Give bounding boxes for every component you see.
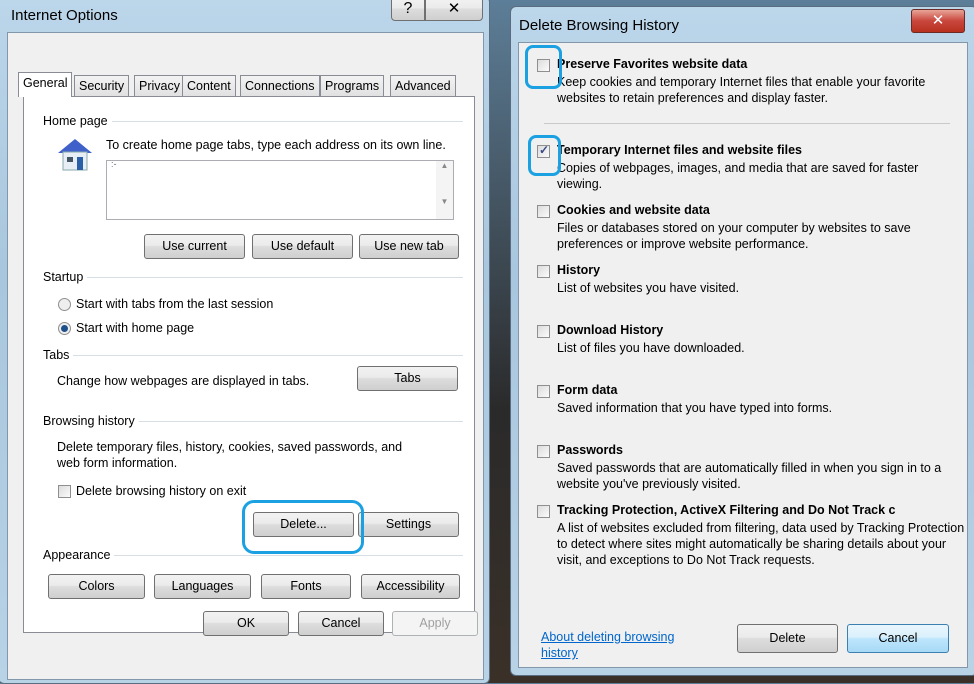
item-checkbox[interactable] [537,325,550,338]
delete-on-exit-label: Delete browsing history on exit [76,484,247,498]
startup-home-page-label: Start with home page [76,321,195,335]
tab-advanced[interactable]: Advanced [390,75,456,96]
item-description: A list of websites excluded from filteri… [557,521,965,567]
tab-privacy[interactable]: Privacy [134,75,185,96]
dialog-body: General Security Privacy Content Connections… [7,32,484,680]
close-icon: ✕ [447,0,461,17]
tabs-group: Tabs [43,348,463,362]
tabs-settings-button[interactable]: Tabs [357,366,458,391]
apply-button[interactable]: Apply [392,611,478,636]
dialog-body: Preserve Favorites website data Keep cook… [518,42,968,668]
close-icon: ✕ [931,12,945,29]
accessibility-button[interactable]: Accessibility [361,574,460,599]
startup-last-session-radio[interactable] [58,298,71,311]
item-description: Files or databases stored on your comput… [557,221,911,251]
startup-home-page-radio[interactable] [58,322,71,335]
item-label: History [557,263,601,277]
use-default-button[interactable]: Use default [252,234,353,259]
item-label: Tracking Protection, ActiveX Filtering a… [557,503,896,517]
use-new-tab-button[interactable]: Use new tab [359,234,459,259]
tab-connections[interactable]: Connections [240,75,320,96]
cancel-button[interactable]: Cancel [847,624,949,653]
close-button[interactable]: ✕ [425,0,483,21]
history-settings-button[interactable]: Settings [358,512,459,537]
item-description: Saved information that you have typed in… [557,401,833,415]
item-description: List of websites you have visited. [557,281,740,295]
about-deleting-link[interactable]: About deleting browsing history [541,629,691,661]
general-tab-panel: Home page To create home page tabs, type… [23,96,475,633]
item-description: Saved passwords that are automatically f… [557,461,942,491]
browsing-history-description: Delete temporary files, history, cookies… [57,440,403,470]
cancel-button[interactable]: Cancel [298,611,384,636]
startup-last-session-label: Start with tabs from the last session [76,297,274,311]
window-title: Delete Browsing History [519,17,680,34]
languages-button[interactable]: Languages [154,574,251,599]
item-checkbox[interactable] [537,385,550,398]
use-current-button[interactable]: Use current [144,234,245,259]
colors-button[interactable]: Colors [48,574,145,599]
textarea-scrollbar[interactable]: ▲ ▼ [436,161,453,219]
item-label: Download History [557,323,664,337]
tab-programs[interactable]: Programs [320,75,385,96]
tab-content[interactable]: Content [182,75,236,96]
separator [544,123,950,124]
window-title: Internet Options [11,7,118,24]
checkbox-highlight [525,45,562,89]
help-button[interactable]: ? [391,0,425,21]
browsing-history-group: Browsing history [43,414,463,428]
item-label: Preserve Favorites website data [557,57,748,71]
tab-general[interactable]: General [18,72,73,97]
item-checkbox[interactable] [537,445,550,458]
delete-browsing-history-window: Delete Browsing History ✕ Preserve Favor… [510,6,974,676]
ok-button[interactable]: OK [203,611,289,636]
home-icon [54,135,96,173]
checkbox-highlight [528,135,561,176]
home-page-instruction: To create home page tabs, type each addr… [106,138,446,152]
item-checkbox[interactable] [537,505,550,518]
item-checkbox[interactable] [537,205,550,218]
item-description: List of files you have downloaded. [557,341,745,355]
item-label: Passwords [557,443,624,457]
delete-button-highlight [242,500,364,554]
item-label: Form data [557,383,618,397]
item-description: Copies of webpages, images, and media th… [557,161,919,191]
delete-on-exit-checkbox[interactable] [58,485,71,498]
item-label: Cookies and website data [557,203,710,217]
tab-security[interactable]: Security [74,75,130,96]
close-button[interactable]: ✕ [911,9,965,33]
delete-button[interactable]: Delete [737,624,838,653]
home-page-group: Home page [43,114,463,128]
tabs-description: Change how webpages are displayed in tab… [57,374,310,388]
internet-options-window: Internet Options ? ✕ General Security Priv… [0,0,490,684]
item-label: Temporary Internet files and website fil… [557,143,802,157]
home-page-textarea[interactable]: :- ▲ ▼ [106,159,454,220]
startup-group: Startup [43,270,463,284]
item-checkbox[interactable] [537,265,550,278]
fonts-button[interactable]: Fonts [261,574,351,599]
item-description: Keep cookies and temporary Internet file… [557,75,926,105]
appearance-group: Appearance [43,548,463,562]
